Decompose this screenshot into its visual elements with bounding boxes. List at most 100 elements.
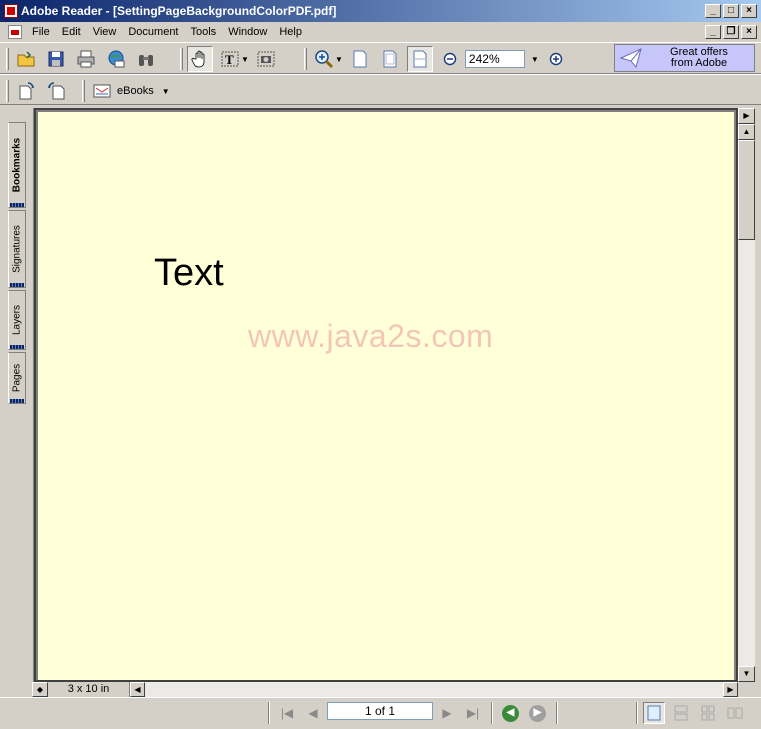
fit-width-button[interactable] [406, 46, 433, 72]
status-bar: |◀ ◀ 1 of 1 ▶ ▶| ◀ ▶ [0, 697, 761, 729]
menu-help[interactable]: Help [273, 26, 308, 38]
menu-tools[interactable]: Tools [185, 26, 223, 38]
ebooks-icon-button[interactable] [89, 78, 115, 104]
page-number-input[interactable]: 1 of 1 [327, 702, 433, 720]
adobe-reader-icon [4, 4, 18, 18]
tab-pages[interactable]: Pages [8, 352, 26, 404]
zoom-in-tool-button[interactable] [311, 46, 337, 72]
navigation-panel: Bookmarks Signatures Layers Pages [6, 108, 26, 696]
ebook-icon [93, 84, 111, 98]
single-page-icon [647, 705, 661, 721]
printer-icon [77, 50, 95, 68]
open-folder-icon [17, 51, 35, 67]
scroll-right-button[interactable]: ▶ [723, 682, 738, 697]
globe-mail-icon [108, 50, 125, 68]
paper-plane-icon [619, 48, 642, 69]
zoom-tool-dropdown-icon[interactable]: ▼ [335, 55, 343, 64]
search-button[interactable] [133, 46, 159, 72]
open-button[interactable] [13, 46, 39, 72]
minus-circle-icon [443, 52, 457, 66]
rotate-counterclockwise-button[interactable] [43, 78, 69, 104]
save-button[interactable] [43, 46, 69, 72]
zoom-in-button[interactable] [543, 46, 569, 72]
zoom-input[interactable]: 242% [464, 50, 525, 68]
fit-page-button[interactable] [377, 46, 403, 72]
zoom-out-button[interactable] [437, 46, 463, 72]
continuous-icon [674, 705, 688, 721]
toolbar-grip[interactable] [82, 80, 85, 102]
zoom-dropdown-icon[interactable]: ▼ [531, 55, 539, 64]
title-bar: Adobe Reader - [SettingPageBackgroundCol… [0, 0, 761, 22]
close-button[interactable]: × [741, 4, 757, 18]
scroll-left-button[interactable]: ◀ [130, 682, 145, 697]
menu-document[interactable]: Document [122, 26, 184, 38]
tab-bookmarks[interactable]: Bookmarks [8, 122, 26, 208]
menu-bar: File Edit View Document Tools Window Hel… [0, 22, 761, 41]
email-button[interactable] [103, 46, 129, 72]
panel-splitter[interactable] [26, 108, 34, 696]
last-page-icon[interactable]: ▶| [463, 704, 483, 722]
select-text-button[interactable]: T [217, 46, 243, 72]
vertical-scroll-thumb[interactable] [738, 140, 755, 240]
rotate-counterclockwise-icon [48, 82, 65, 100]
minimize-button[interactable]: _ [705, 4, 721, 18]
text-select-icon: T [221, 51, 239, 67]
plus-circle-icon [549, 52, 563, 66]
go-forward-icon[interactable]: ▶ [529, 705, 546, 722]
menu-edit[interactable]: Edit [56, 26, 87, 38]
actual-size-button[interactable] [347, 46, 373, 72]
tab-layers[interactable]: Layers [8, 290, 26, 350]
secondary-toolbar: eBooks ▼ [0, 74, 761, 105]
maximize-button[interactable]: □ [723, 4, 739, 18]
select-tool-dropdown-icon[interactable]: ▼ [241, 55, 249, 64]
camera-icon [257, 51, 275, 67]
tab-signatures[interactable]: Signatures [8, 210, 26, 288]
fit-page-icon [383, 50, 397, 68]
next-page-icon[interactable]: ▶ [437, 704, 457, 722]
tab-signatures-label: Signatures [11, 225, 23, 273]
ebooks-dropdown-icon[interactable]: ▼ [162, 87, 170, 96]
toolbar-grip[interactable] [6, 48, 9, 70]
tab-bookmarks-label: Bookmarks [11, 137, 23, 193]
window-title: Adobe Reader - [SettingPageBackgroundCol… [21, 4, 337, 18]
great-offers-button[interactable]: Great offers from Adobe [614, 44, 755, 72]
offers-line-2: from Adobe [670, 57, 728, 69]
hand-icon [191, 50, 205, 68]
toolbar-grip[interactable] [6, 80, 9, 102]
page-size-readout: 3 x 10 in [48, 682, 130, 697]
toolbar-grip[interactable] [304, 48, 307, 70]
document-viewport[interactable]: Text www.java2s.com [34, 108, 738, 682]
scroll-menu-arrow-icon[interactable]: ▶ [738, 108, 755, 124]
fit-width-icon [413, 50, 427, 68]
ebooks-label[interactable]: eBooks [117, 85, 154, 97]
vertical-scrollbar[interactable]: ▶ ▲ ▼ [738, 108, 755, 682]
rotate-clockwise-button[interactable] [13, 78, 39, 104]
single-page-layout-button[interactable] [643, 702, 665, 724]
scroll-up-button[interactable]: ▲ [738, 124, 755, 140]
floppy-disk-icon [48, 51, 64, 67]
watermark-text: www.java2s.com [248, 318, 494, 354]
menu-window[interactable]: Window [222, 26, 273, 38]
doc-restore-button[interactable]: ❐ [723, 25, 739, 39]
go-back-icon[interactable]: ◀ [502, 705, 519, 722]
menu-view[interactable]: View [87, 26, 123, 38]
toolbar-grip[interactable] [180, 48, 183, 70]
resize-handle-icon[interactable]: ◆ [32, 682, 48, 697]
horizontal-scrollbar[interactable]: ◆ 3 x 10 in ◀ ▶ [32, 682, 738, 697]
continuous-layout-button[interactable] [670, 702, 692, 724]
menu-file[interactable]: File [26, 26, 56, 38]
facing-layout-button[interactable] [724, 702, 746, 724]
svg-text:T: T [225, 52, 234, 67]
continuous-facing-layout-button[interactable] [697, 702, 719, 724]
doc-minimize-button[interactable]: _ [705, 25, 721, 39]
document-icon[interactable] [8, 24, 22, 39]
binoculars-icon [139, 55, 153, 66]
pdf-page: Text www.java2s.com [38, 112, 734, 680]
snapshot-button[interactable] [253, 46, 279, 72]
print-button[interactable] [73, 46, 99, 72]
hand-tool-button[interactable] [187, 46, 213, 72]
previous-page-icon[interactable]: ◀ [303, 704, 323, 722]
scroll-down-button[interactable]: ▼ [738, 666, 755, 682]
first-page-icon[interactable]: |◀ [277, 704, 297, 722]
doc-close-button[interactable]: × [741, 25, 757, 39]
